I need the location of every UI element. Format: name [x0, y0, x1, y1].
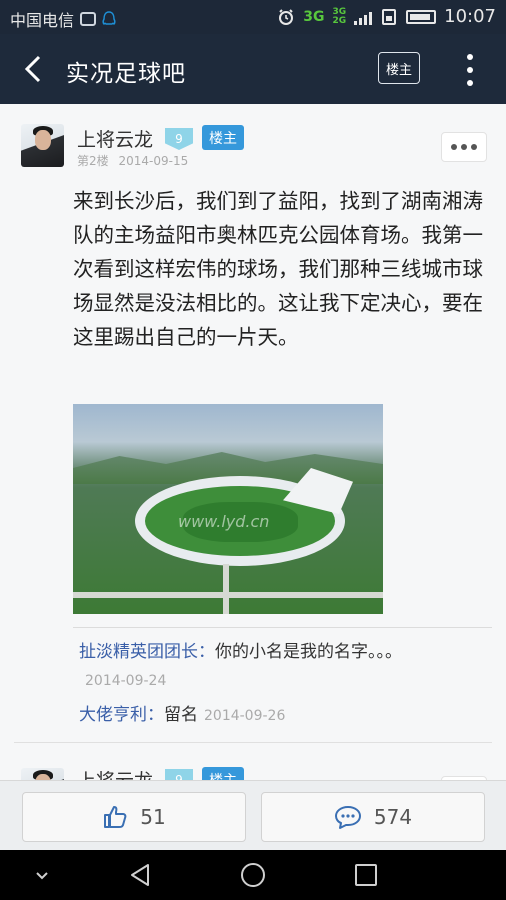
owner-tag: 楼主	[202, 125, 244, 150]
owner-only-button[interactable]: 楼主	[378, 52, 420, 84]
avatar[interactable]	[21, 768, 64, 780]
carrier-label: 中国电信	[10, 11, 75, 30]
post-divider	[14, 742, 492, 743]
status-left: 中国电信	[10, 7, 116, 31]
system-nav-bar	[0, 850, 506, 900]
reply-button[interactable]: 574	[261, 792, 485, 842]
post-body: 来到长沙后，我们到了益阳，找到了湖南湘涛队的主场益阳市奥林匹克公园体育场。我第一…	[73, 189, 483, 349]
circle-home-icon[interactable]	[239, 861, 267, 889]
sim-icon	[382, 8, 397, 25]
owner-tag: 楼主	[202, 767, 244, 780]
square-recent-icon[interactable]	[352, 861, 380, 889]
comment-text: 你的小名是我的名字。。。	[215, 642, 402, 662]
comment-user[interactable]: 扯淡精英团团长：	[79, 642, 215, 662]
clock: 10:07	[444, 6, 496, 27]
thumbs-up-icon	[104, 806, 127, 828]
triangle-back-icon[interactable]	[126, 861, 154, 889]
level-badge: 9	[165, 769, 193, 780]
signal-icon	[354, 9, 373, 25]
comment-date: 2014-09-24	[85, 673, 167, 689]
comment-separator	[73, 627, 492, 628]
stadium-photo[interactable]: www.lyd.cn	[73, 404, 383, 614]
network-type-label: 3G	[303, 8, 325, 25]
battery-icon	[406, 9, 437, 24]
comment-user[interactable]: 大佬亨利：	[79, 705, 164, 725]
back-arrow-icon[interactable]	[20, 54, 50, 84]
comment-text: 留名	[164, 705, 198, 725]
reply-count: 574	[373, 805, 413, 829]
post-meta: 第2楼 2014-09-15	[77, 152, 194, 169]
avatar[interactable]	[21, 124, 64, 167]
post-date: 2014-09-15	[118, 154, 189, 168]
alarm-icon	[279, 8, 294, 25]
action-bar: 51 574	[0, 780, 506, 851]
comment-item[interactable]: 扯淡精英团团长：你的小名是我的名字。。。 2014-09-24	[79, 638, 409, 695]
page-title: 实况足球吧	[66, 61, 186, 87]
network-label-bottom: 2G	[332, 15, 347, 26]
dual-network-label: 3G 2G	[332, 7, 347, 26]
header-bar: 实况足球吧 楼主	[0, 34, 506, 104]
status-bar: 中国电信 3G 3G 2G 10:07	[0, 0, 506, 34]
thread-content[interactable]: 上将云龙 9 楼主 第2楼 2014-09-15 来到长沙后，我们到了益阳，找到…	[0, 104, 506, 780]
status-right: 3G 3G 2G 10:07	[277, 6, 496, 27]
like-count: 51	[140, 805, 166, 829]
more-vertical-icon[interactable]	[460, 54, 480, 86]
image-watermark: www.lyd.cn	[178, 512, 270, 531]
post-username[interactable]: 上将云龙	[77, 766, 153, 780]
qq-notification-icon	[102, 11, 116, 26]
comment-date: 2014-09-26	[204, 708, 286, 724]
more-horizontal-icon[interactable]	[441, 132, 487, 162]
chevron-down-icon[interactable]	[28, 861, 56, 889]
comment-icon	[334, 806, 361, 829]
comment-item[interactable]: 大佬亨利：留名 2014-09-26	[79, 701, 409, 730]
floor-number: 第2楼	[77, 154, 109, 168]
image-notification-icon	[80, 12, 97, 26]
post-username[interactable]: 上将云龙	[77, 125, 153, 152]
like-button[interactable]: 51	[22, 792, 246, 842]
level-badge: 9	[165, 128, 193, 150]
